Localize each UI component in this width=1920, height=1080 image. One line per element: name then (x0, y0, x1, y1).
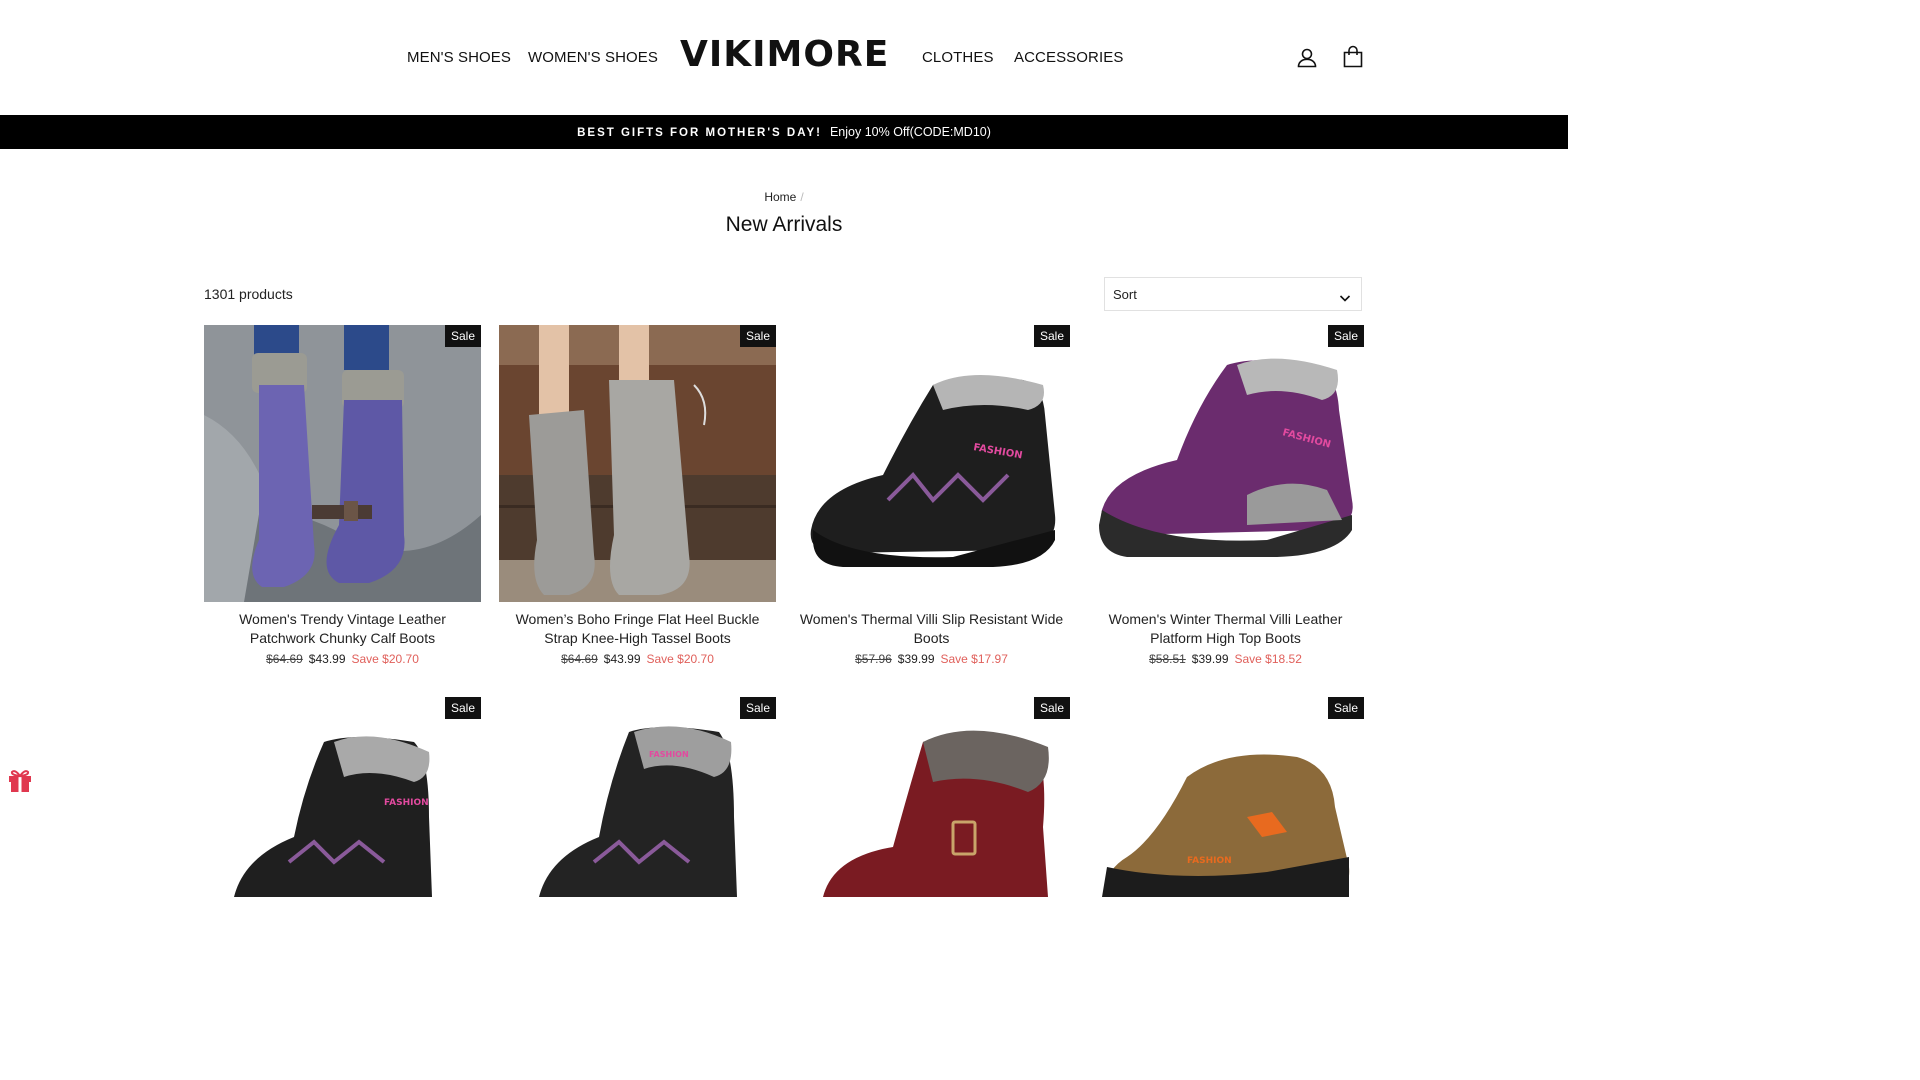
product-price: $57.96 $39.99 Save $17.97 (793, 652, 1070, 666)
sort-label: Sort (1113, 287, 1137, 302)
product-price: $64.69 $43.99 Save $20.70 (499, 652, 776, 666)
product-card[interactable]: FASHION Sale Women's Thermal Villi Slip … (793, 325, 1070, 666)
sale-badge: Sale (739, 697, 776, 719)
original-price: $64.69 (266, 652, 303, 666)
breadcrumb: Home / (0, 190, 1568, 204)
sale-badge: Sale (739, 325, 776, 347)
nav-womens-shoes[interactable]: WOMEN'S SHOES (528, 49, 658, 66)
sort-select[interactable]: Sort (1104, 277, 1362, 311)
original-price: $64.69 (561, 652, 598, 666)
svg-text:FASHION: FASHION (1187, 856, 1232, 866)
sale-price: $39.99 (1191, 652, 1229, 666)
product-image[interactable]: FASHION Sale (793, 325, 1070, 602)
savings: Save $17.97 (940, 652, 1008, 666)
sale-badge: Sale (1327, 697, 1364, 719)
product-image[interactable]: Sale (499, 325, 776, 602)
product-title[interactable]: Women's Thermal Villi Slip Resistant Wid… (793, 610, 1070, 648)
svg-text:FASHION: FASHION (384, 798, 429, 808)
product-count: 1301 products (204, 286, 293, 302)
product-card[interactable]: Sale Women's Trendy Vintage Leather Patc… (204, 325, 481, 666)
sale-badge: Sale (1033, 697, 1070, 719)
savings: Save $18.52 (1234, 652, 1302, 666)
savings: Save $20.70 (646, 652, 714, 666)
site-header: MEN'S SHOES WOMEN'S SHOES VIKIMORE CLOTH… (0, 0, 1568, 115)
announcement-bar[interactable]: BEST GIFTS FOR MOTHER'S DAY! Enjoy 10% Of… (0, 115, 1568, 149)
product-image[interactable]: FASHION Sale (1087, 697, 1364, 974)
gift-icon[interactable] (6, 766, 34, 794)
original-price: $58.51 (1149, 652, 1186, 666)
product-price: $58.51 $39.99 Save $18.52 (1087, 652, 1364, 666)
announcement-headline: BEST GIFTS FOR MOTHER'S DAY! (577, 127, 822, 139)
page-title: New Arrivals (725, 213, 843, 236)
sale-badge: Sale (444, 325, 481, 347)
product-title[interactable]: Women's Trendy Vintage Leather Patchwork… (204, 610, 481, 648)
product-image[interactable]: FASHION Sale (1087, 325, 1364, 602)
product-card[interactable]: FASHION Sale Women's Winter Thermal Vill… (1087, 325, 1364, 666)
sale-price: $39.99 (897, 652, 935, 666)
product-card[interactable]: Sale Women’s Boho Fringe Flat Heel Buckl… (499, 325, 776, 666)
product-title[interactable]: Women's Winter Thermal Villi Leather Pla… (1087, 610, 1364, 648)
site-logo[interactable]: VIKIMORE (680, 34, 889, 75)
nav-accessories[interactable]: ACCESSORIES (1014, 49, 1123, 66)
product-image[interactable]: FASHION Sale (499, 697, 776, 974)
savings: Save $20.70 (351, 652, 419, 666)
product-card[interactable]: FASHION Sale (499, 697, 776, 974)
nav-mens-shoes[interactable]: MEN'S SHOES (407, 49, 511, 66)
svg-text:FASHION: FASHION (649, 750, 689, 759)
announcement-text: Enjoy 10% Off(CODE:MD10) (829, 125, 991, 139)
breadcrumb-separator: / (800, 190, 804, 204)
sale-badge: Sale (1033, 325, 1070, 347)
product-image[interactable]: Sale (204, 325, 481, 602)
product-image[interactable]: FASHION Sale (204, 697, 481, 974)
nav-clothes[interactable]: CLOTHES (922, 49, 994, 66)
product-card[interactable]: FASHION Sale (204, 697, 481, 974)
product-card[interactable]: Sale (793, 697, 1070, 974)
product-title[interactable]: Women’s Boho Fringe Flat Heel Buckle Str… (499, 610, 776, 648)
breadcrumb-home[interactable]: Home (764, 190, 796, 204)
product-price: $64.69 $43.99 Save $20.70 (204, 652, 481, 666)
chevron-down-icon (1339, 290, 1351, 308)
sale-badge: Sale (444, 697, 481, 719)
cart-icon[interactable] (1341, 45, 1365, 69)
sale-badge: Sale (1327, 325, 1364, 347)
sale-price: $43.99 (603, 652, 641, 666)
product-image[interactable]: Sale (793, 697, 1070, 974)
original-price: $57.96 (855, 652, 892, 666)
sale-price: $43.99 (308, 652, 346, 666)
product-card[interactable]: FASHION Sale (1087, 697, 1364, 974)
account-icon[interactable] (1295, 45, 1319, 69)
